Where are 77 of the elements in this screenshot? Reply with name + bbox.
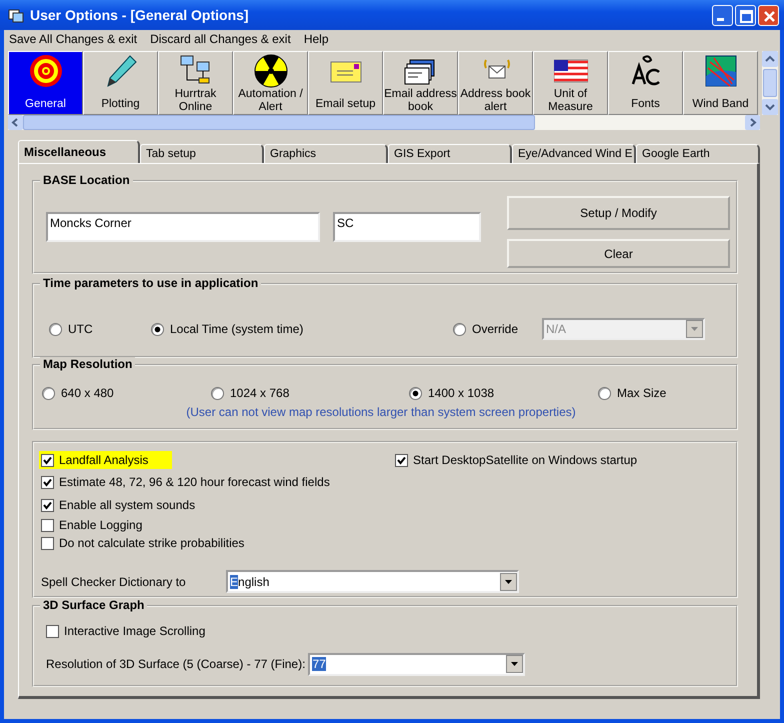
checkbox[interactable] — [41, 518, 54, 532]
radio-button[interactable] — [598, 386, 611, 400]
radio-option[interactable]: 1400 x 1038 — [409, 386, 598, 400]
checkbox-option[interactable]: Landfall Analysis — [39, 451, 172, 469]
toolbar-button[interactable]: Hurrtrak Online — [158, 51, 233, 115]
close-button[interactable] — [758, 4, 779, 26]
radio-button[interactable] — [453, 322, 466, 336]
checkbox[interactable] — [46, 624, 59, 638]
vertical-scrollbar[interactable] — [762, 51, 778, 115]
radio-option[interactable]: Local Time (system time) — [151, 322, 453, 336]
horizontal-scrollbar[interactable] — [8, 115, 760, 130]
tab[interactable]: Google Earth — [636, 144, 760, 163]
dictionary-dropdown[interactable]: English — [226, 570, 519, 593]
scrollbar-thumb[interactable] — [763, 69, 777, 97]
checkbox[interactable] — [41, 454, 54, 466]
state-field[interactable]: SC — [333, 212, 481, 242]
group-title: BASE Location — [40, 173, 133, 187]
window-title: User Options - [General Options] — [30, 7, 250, 23]
resolution-label: Resolution of 3D Surface (5 (Coarse) - 77 (Fine): — [46, 657, 306, 671]
scroll-up-icon[interactable] — [762, 51, 778, 67]
group-title: Time parameters to use in application — [40, 276, 262, 290]
app-icon — [8, 7, 24, 23]
toolbar-button[interactable]: Automation / Alert — [233, 51, 308, 115]
tab[interactable]: Graphics — [264, 144, 388, 163]
menu-item[interactable]: Discard all Changes & exit — [150, 32, 291, 46]
resolution-dropdown[interactable]: 77 — [308, 652, 526, 676]
maximize-button[interactable] — [735, 4, 756, 26]
group-title: Map Resolution — [40, 357, 136, 371]
checkbox[interactable] — [41, 498, 54, 512]
toolbar-button[interactable]: Email address book — [383, 51, 458, 115]
minimize-button[interactable] — [712, 4, 733, 26]
scroll-left-icon[interactable] — [8, 115, 23, 130]
radio-option[interactable]: 1024 x 768 — [211, 386, 409, 400]
checkbox-option[interactable]: Enable Logging — [39, 516, 144, 534]
checkbox[interactable] — [41, 536, 54, 550]
radio-button[interactable] — [42, 386, 55, 400]
spell-checker-label: Spell Checker Dictionary to — [41, 574, 187, 588]
toolbar-button[interactable]: Wind Band — [683, 51, 758, 115]
toolbar-button[interactable]: Plotting — [83, 51, 158, 115]
checkbox-option[interactable]: Start DesktopSatellite on Windows startup — [393, 451, 640, 469]
radiation-icon — [254, 54, 288, 88]
toolbar-button[interactable]: Fonts — [608, 51, 683, 115]
toolbar-button[interactable]: Unit of Measure — [533, 51, 608, 115]
scroll-right-icon[interactable] — [745, 115, 760, 130]
toolbar-button[interactable]: General — [8, 51, 83, 115]
menu-item[interactable]: Save All Changes & exit — [9, 32, 138, 46]
tab[interactable]: Eye/Advanced Wind E — [512, 144, 636, 163]
tab[interactable]: Tab setup — [140, 144, 264, 163]
toolbar-button[interactable]: Email setup — [308, 51, 383, 115]
checkbox[interactable] — [41, 476, 54, 488]
scrollbar-thumb[interactable] — [23, 115, 535, 130]
menu-item[interactable]: Help — [304, 32, 328, 46]
radio-button[interactable] — [211, 386, 224, 400]
checkbox-option[interactable]: Interactive Image Scrolling — [44, 622, 208, 640]
checkbox-option[interactable]: Do not calculate strike probabilities — [39, 534, 246, 552]
radio-button[interactable] — [151, 322, 164, 336]
radio-option[interactable]: Override — [453, 322, 542, 336]
radio-option[interactable]: UTC — [49, 322, 151, 336]
tab[interactable]: Miscellaneous — [18, 140, 140, 163]
tab[interactable]: GIS Export — [388, 144, 512, 163]
setup-button[interactable]: Setup / Modify — [507, 196, 730, 230]
scroll-down-icon[interactable] — [762, 99, 778, 115]
radio-button[interactable] — [409, 386, 422, 400]
radio-button[interactable] — [49, 322, 62, 336]
checkbox[interactable] — [395, 454, 408, 466]
clear-button[interactable]: Clear — [507, 239, 730, 268]
checkbox-option[interactable]: Enable all system sounds — [39, 496, 198, 514]
checkbox-option[interactable]: Estimate 48, 72, 96 & 120 hour forecast wind fields — [39, 473, 332, 491]
toolbar-button[interactable]: Address book alert — [458, 51, 533, 115]
city-field[interactable]: Moncks Corner — [46, 212, 320, 242]
resolution-note: (User can not view map resolutions larger than system screen properties) — [185, 405, 577, 419]
radio-option[interactable]: 640 x 480 — [42, 386, 211, 400]
radio-option[interactable]: Max Size — [598, 386, 718, 400]
map-icon — [704, 54, 738, 88]
target-icon — [28, 54, 62, 88]
group-title: 3D Surface Graph — [40, 598, 148, 612]
minimize-icon — [717, 18, 724, 20]
